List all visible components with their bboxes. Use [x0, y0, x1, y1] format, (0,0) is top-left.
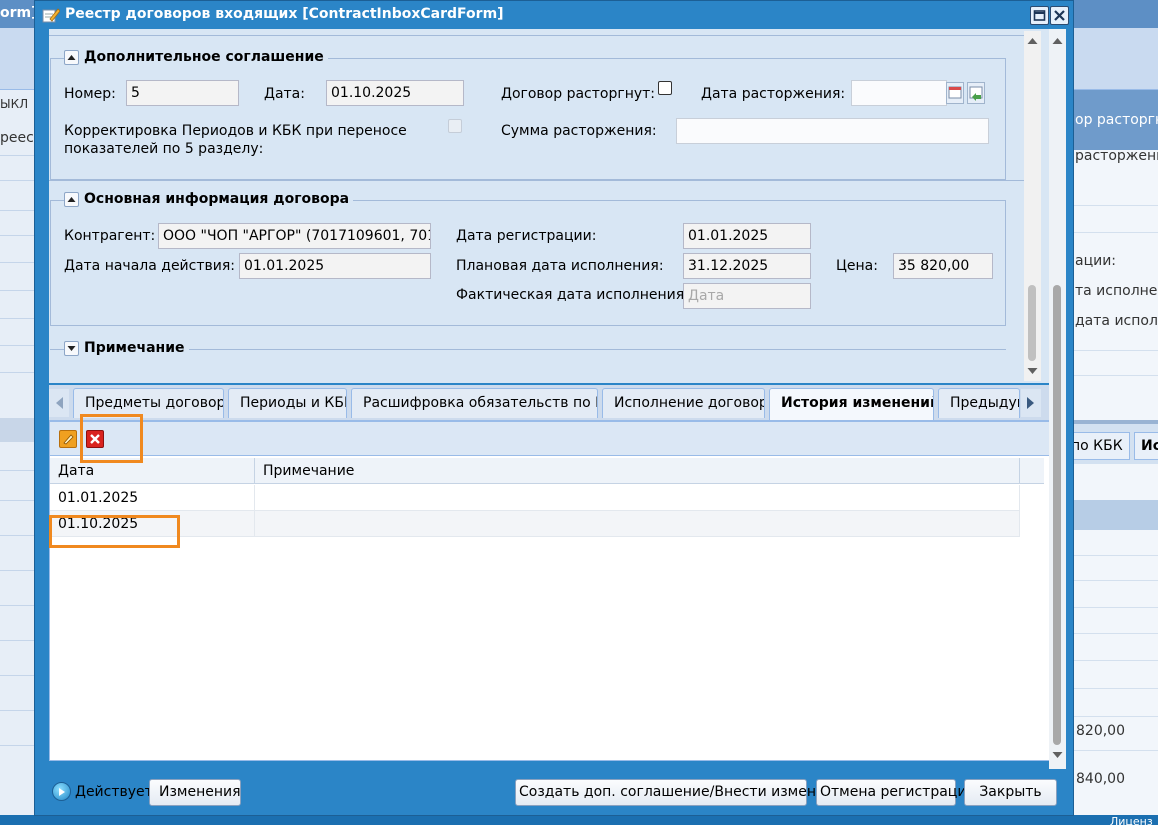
form-scrollbar[interactable]: [1024, 31, 1041, 381]
planned-date-field[interactable]: 31.12.2025: [683, 253, 811, 279]
scrollbar-thumb[interactable]: [1028, 285, 1036, 361]
cell-note: [255, 485, 1020, 511]
tab-contract-execution[interactable]: Исполнение договора: [602, 388, 765, 418]
scroll-up-icon[interactable]: [1027, 37, 1038, 45]
scrollbar-thumb[interactable]: [1053, 285, 1061, 745]
create-supplement-button[interactable]: Создать доп. соглашение/Внести изменения: [515, 779, 851, 806]
date-field[interactable]: 01.10.2025: [326, 80, 464, 106]
divider: [50, 349, 1006, 350]
grid-header: Дата Примечание: [50, 458, 1044, 484]
tab-obligations-kbk[interactable]: Расшифровка обязательств по КБК: [351, 388, 598, 418]
background-text: ор расторгнут: [1075, 112, 1158, 128]
tab-previous[interactable]: Предыдущ: [938, 388, 1020, 418]
correction-checkbox[interactable]: [448, 119, 462, 133]
window-scrollbar[interactable]: [1049, 29, 1066, 769]
background-text: дата исполн: [1075, 313, 1158, 329]
number-label: Номер:: [64, 86, 116, 102]
termination-date-label: Дата расторжения:: [701, 86, 846, 102]
background-text: Лиценз: [1110, 815, 1153, 825]
edit-icon[interactable]: [59, 430, 77, 448]
collapse-icon[interactable]: [64, 49, 79, 65]
change-history-panel: Дата Примечание 01.01.2025 01.10.2025: [49, 421, 1063, 761]
termination-date-field[interactable]: [851, 80, 947, 106]
cell-note: [255, 511, 1020, 537]
price-field[interactable]: 35 820,00: [893, 253, 993, 279]
background-text: расторжени: [1075, 148, 1158, 164]
background-text: ЫКЛ: [0, 97, 29, 111]
scroll-up-icon[interactable]: [1052, 37, 1063, 45]
supplement-title: Дополнительное соглашение: [84, 49, 324, 65]
edit-form-icon: [42, 7, 61, 23]
table-row[interactable]: 01.10.2025: [50, 511, 1020, 537]
divider: [49, 180, 1039, 181]
cell-date: 01.10.2025: [50, 511, 255, 537]
note-title: Примечание: [84, 340, 185, 356]
start-date-label: Дата начала действия:: [64, 258, 235, 274]
correction-label: Корректировка Периодов и КБК при перенос…: [64, 123, 407, 139]
counterparty-field[interactable]: ООО "ЧОП "АРГОР" (7017109601, 7017: [158, 223, 431, 249]
background-title-fragment: orm]: [0, 5, 38, 21]
close-icon[interactable]: [1050, 6, 1069, 25]
window-title: Реестр договоров входящих [ContractInbox…: [65, 6, 504, 22]
tab-bar: Предметы договора Периоды и КБК Расшифро…: [49, 385, 1063, 421]
clear-date-icon[interactable]: [967, 82, 985, 104]
close-button[interactable]: Закрыть: [964, 779, 1057, 806]
contract-form-panel: Дополнительное соглашение Номер: 5 Дата:…: [49, 29, 1063, 383]
cancel-registration-button[interactable]: Отмена регистрации: [816, 779, 976, 806]
terminated-label: Договор расторгнут:: [501, 86, 656, 102]
terminated-checkbox[interactable]: [658, 81, 672, 95]
main-info-title: Основная информация договора: [84, 191, 350, 207]
table-row[interactable]: 01.01.2025: [50, 485, 1020, 511]
background-text: 820,00: [1076, 723, 1125, 739]
registration-date-field[interactable]: 01.01.2025: [683, 223, 811, 249]
maximize-icon[interactable]: [1030, 6, 1049, 25]
registration-date-label: Дата регистрации:: [456, 228, 597, 244]
tab-scroll-right-icon[interactable]: [1021, 389, 1041, 417]
window-footer: Действует Изменения Создать доп. соглаше…: [35, 769, 1073, 815]
scroll-down-icon[interactable]: [1027, 367, 1038, 375]
note-legend[interactable]: Примечание: [64, 340, 189, 356]
main-info-legend[interactable]: Основная информация договора: [64, 191, 354, 207]
window-titlebar[interactable]: Реестр договоров входящих [ContractInbox…: [35, 1, 1073, 29]
background-text: ации:: [1075, 253, 1117, 269]
background-right-grid-header: [1073, 500, 1158, 530]
termination-sum-field[interactable]: [676, 118, 989, 144]
scroll-down-icon[interactable]: [1052, 751, 1063, 759]
start-date-field[interactable]: 01.01.2025: [239, 253, 431, 279]
date-label: Дата:: [264, 86, 305, 102]
tab-change-history[interactable]: История изменений: [769, 388, 934, 420]
status-text: Действует: [75, 784, 153, 800]
collapse-icon[interactable]: [64, 191, 79, 207]
correction-label-cont: показателей по 5 разделу:: [64, 141, 264, 157]
column-header-date[interactable]: Дата: [50, 458, 255, 484]
background-text: та исполнен: [1075, 283, 1158, 299]
tab-contract-items[interactable]: Предметы договора: [73, 388, 224, 418]
changes-button[interactable]: Изменения: [149, 779, 241, 806]
price-label: Цена:: [836, 258, 878, 274]
termination-sum-label: Сумма расторжения:: [501, 123, 657, 139]
grid-toolbar: [50, 422, 1062, 456]
planned-date-label: Плановая дата исполнения:: [456, 258, 664, 274]
tab-periods-kbk[interactable]: Периоды и КБК: [228, 388, 347, 418]
background-status-bar: Лиценз: [0, 815, 1158, 825]
supplement-legend[interactable]: Дополнительное соглашение: [64, 49, 328, 65]
status-active-icon: [52, 782, 71, 801]
actual-date-label: Фактическая дата исполнения:: [456, 287, 689, 303]
tab-scroll-left-icon[interactable]: [49, 389, 69, 417]
column-header-note[interactable]: Примечание: [255, 458, 1020, 484]
delete-icon[interactable]: [86, 430, 104, 448]
contract-card-window: Реестр договоров входящих [ContractInbox…: [34, 0, 1074, 816]
cell-date: 01.01.2025: [50, 485, 255, 511]
number-field[interactable]: 5: [126, 80, 239, 106]
divider: [49, 35, 1039, 36]
actual-date-field[interactable]: Дата: [683, 283, 811, 309]
counterparty-label: Контрагент:: [64, 228, 156, 244]
expand-icon[interactable]: [64, 340, 79, 356]
background-tab: Ис: [1134, 432, 1158, 460]
calendar-icon[interactable]: [946, 82, 964, 104]
background-text: 840,00: [1076, 771, 1125, 787]
